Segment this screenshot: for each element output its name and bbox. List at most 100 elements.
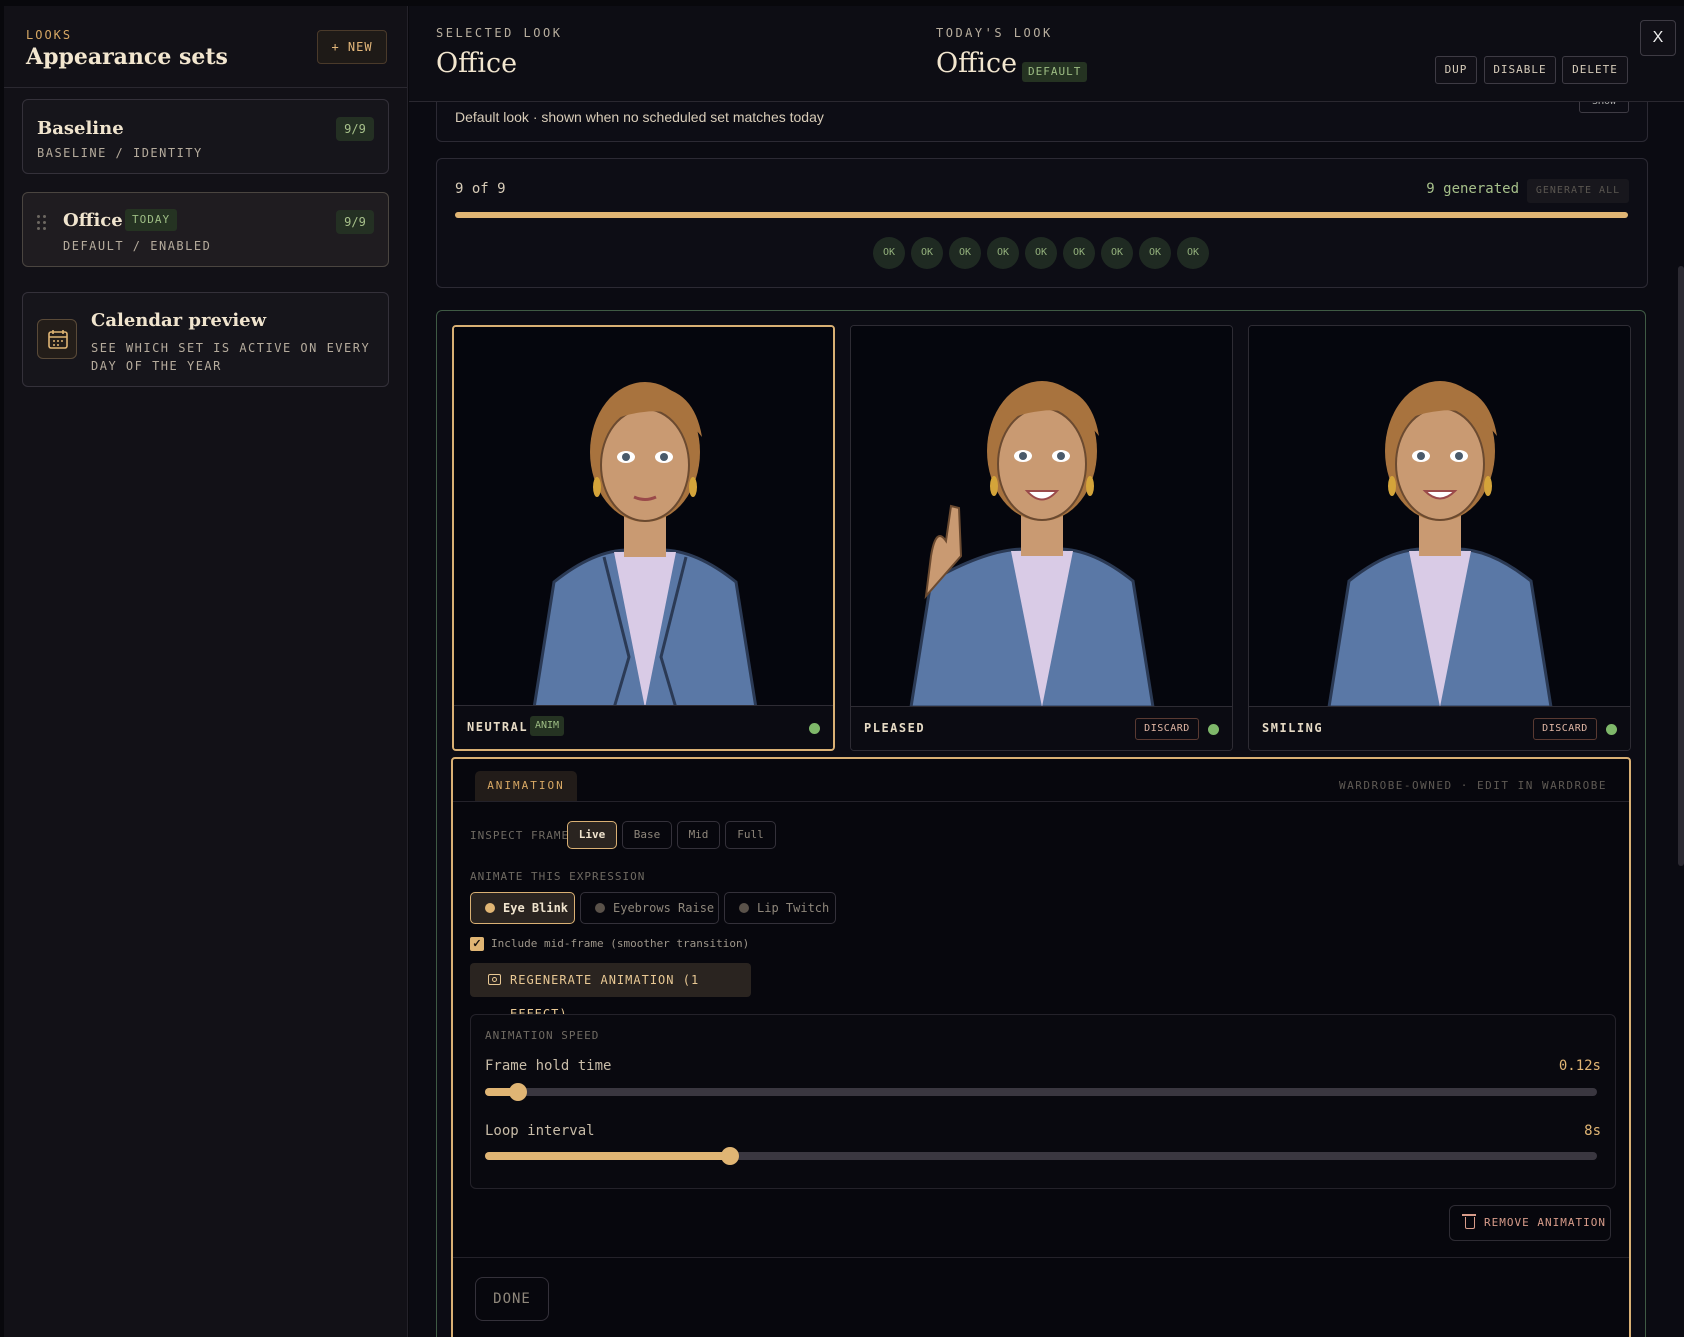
progress-label: 9 of 9: [455, 181, 506, 197]
discard-button[interactable]: DISCARD: [1533, 718, 1597, 740]
tab-animation[interactable]: ANIMATION: [475, 771, 577, 801]
drag-handle-icon[interactable]: [37, 215, 49, 231]
progress-bar-fill: [455, 212, 1628, 218]
midframe-checkbox[interactable]: ✓: [470, 937, 484, 951]
generated-count: 9 generated: [1426, 181, 1519, 197]
avatar-pleased: [851, 326, 1232, 709]
speed-label: ANIMATION SPEED: [485, 1029, 600, 1042]
loop-interval-value: 8s: [1584, 1123, 1601, 1139]
expression-grid: NEUTRAL ANIM PLEASED DISCARD SMILING DIS…: [436, 310, 1646, 1337]
lip-twitch-icon: [739, 903, 749, 913]
loop-interval-slider[interactable]: [485, 1147, 1597, 1165]
main-panel: SELECTED LOOK Office TODAY'S LOOK Office…: [409, 6, 1684, 1337]
remove-animation-button[interactable]: REMOVE ANIMATION: [1449, 1205, 1611, 1241]
slider-handle[interactable]: [720, 1147, 739, 1165]
selected-look-title: Office: [436, 48, 518, 79]
expression-card-neutral[interactable]: NEUTRAL ANIM: [452, 325, 835, 751]
frame-hold-label: Frame hold time: [485, 1058, 612, 1074]
todays-look-title: Office: [936, 48, 1018, 79]
status-dot-icon: [809, 723, 820, 734]
effect-label: Lip Twitch: [757, 901, 830, 915]
sidebar-header: LOOKS Appearance sets + NEW: [4, 6, 407, 88]
status-dot-icon: [1208, 724, 1219, 735]
set-title: Office: [63, 210, 123, 231]
slot-status-badge[interactable]: OK: [873, 237, 905, 269]
disable-button[interactable]: DISABLE: [1484, 56, 1556, 84]
calendar-title: Calendar preview: [91, 310, 267, 331]
frame-mid-button[interactable]: Mid: [677, 821, 720, 849]
frame-live-button[interactable]: Live: [567, 821, 617, 849]
info-text: Default look · shown when no scheduled s…: [455, 109, 824, 125]
trash-icon: [1462, 1214, 1476, 1229]
frame-full-button[interactable]: Full: [725, 821, 776, 849]
slider-fill: [485, 1152, 730, 1160]
new-set-button[interactable]: + NEW: [317, 30, 387, 64]
expression-name: SMILING: [1262, 721, 1324, 735]
today-badge: TODAY: [125, 209, 178, 231]
frame-hold-slider[interactable]: [485, 1083, 1597, 1101]
todays-look-eyebrow: TODAY'S LOOK: [936, 26, 1053, 40]
effect-eyebrows-raise-button[interactable]: Eyebrows Raise: [580, 892, 719, 924]
set-subtitle: DEFAULT / ENABLED: [63, 239, 212, 253]
discard-button[interactable]: DISCARD: [1135, 718, 1199, 740]
tab-divider: [453, 801, 1629, 802]
slot-status-badge[interactable]: OK: [911, 237, 943, 269]
frame-base-button[interactable]: Base: [622, 821, 672, 849]
animation-panel: ANIMATION WARDROBE-OWNED · EDIT IN WARDR…: [451, 757, 1631, 1337]
set-title: Baseline: [37, 118, 124, 139]
duplicate-button[interactable]: DUP: [1435, 56, 1477, 84]
remove-label: REMOVE ANIMATION: [1484, 1216, 1606, 1229]
set-card-baseline[interactable]: Baseline BASELINE / IDENTITY 9/9: [22, 99, 389, 174]
avatar-neutral: [454, 327, 833, 710]
slot-status-row: OK OK OK OK OK OK OK OK OK: [873, 237, 1209, 269]
expression-footer: SMILING DISCARD: [1249, 706, 1630, 750]
calendar-preview-card[interactable]: Calendar preview SEE WHICH SET IS ACTIVE…: [22, 292, 389, 387]
sidebar-eyebrow: LOOKS: [26, 28, 73, 42]
close-button[interactable]: X: [1640, 20, 1676, 56]
expression-name: NEUTRAL: [467, 720, 529, 734]
generation-progress-panel: 9 of 9 9 generated GENERATE ALL OK OK OK OK…: [436, 158, 1648, 288]
status-dot-icon: [1606, 724, 1617, 735]
look-header: SELECTED LOOK Office TODAY'S LOOK Office…: [409, 6, 1684, 102]
done-button[interactable]: DONE: [475, 1277, 549, 1321]
regenerate-animation-button[interactable]: REGENERATE ANIMATION (1 EFFECT): [470, 963, 751, 1021]
midframe-label: Include mid-frame (smoother transition): [491, 937, 750, 950]
slot-status-badge[interactable]: OK: [949, 237, 981, 269]
camera-icon: [488, 974, 501, 985]
set-card-office[interactable]: Office TODAY DEFAULT / ENABLED 9/9: [22, 192, 389, 267]
loop-interval-label: Loop interval: [485, 1123, 595, 1139]
effect-label: Eyebrows Raise: [613, 901, 715, 915]
expression-name: PLEASED: [864, 721, 926, 735]
effect-lip-twitch-button[interactable]: Lip Twitch: [724, 892, 836, 924]
slot-status-badge[interactable]: OK: [1025, 237, 1057, 269]
effect-label: Eye Blink: [503, 901, 569, 915]
avatar-smiling: [1249, 326, 1630, 709]
expression-card-pleased[interactable]: PLEASED DISCARD: [850, 325, 1233, 751]
expression-card-smiling[interactable]: SMILING DISCARD: [1248, 325, 1631, 751]
generate-all-button[interactable]: GENERATE ALL: [1527, 179, 1629, 203]
sidebar-title: Appearance sets: [26, 44, 228, 70]
effect-eye-blink-button[interactable]: Eye Blink: [470, 892, 575, 924]
footer-divider: [453, 1257, 1629, 1258]
set-subtitle: BASELINE / IDENTITY: [37, 146, 203, 160]
progress-bar: [455, 212, 1628, 218]
slot-status-badge[interactable]: OK: [1063, 237, 1095, 269]
set-count-badge: 9/9: [336, 117, 374, 141]
delete-button[interactable]: DELETE: [1562, 56, 1628, 84]
slot-status-badge[interactable]: OK: [987, 237, 1019, 269]
slot-status-badge[interactable]: OK: [1177, 237, 1209, 269]
inspect-frame-label: INSPECT FRAME: [470, 829, 570, 842]
eyebrows-raise-icon: [595, 903, 605, 913]
slot-status-badge[interactable]: OK: [1101, 237, 1133, 269]
selected-look-eyebrow: SELECTED LOOK: [436, 26, 563, 40]
calendar-subtitle: SEE WHICH SET IS ACTIVE ON EVERY DAY OF …: [91, 341, 371, 373]
wardrobe-note: WARDROBE-OWNED · EDIT IN WARDROBE: [1338, 779, 1607, 792]
sidebar: LOOKS Appearance sets + NEW Baseline BAS…: [4, 6, 408, 1337]
slot-status-badge[interactable]: OK: [1139, 237, 1171, 269]
scrollbar[interactable]: [1678, 266, 1684, 866]
default-badge: DEFAULT: [1022, 62, 1088, 82]
slider-handle[interactable]: [509, 1083, 528, 1101]
calendar-icon: [37, 319, 77, 359]
animation-speed-box: ANIMATION SPEED Frame hold time 0.12s Lo…: [470, 1014, 1616, 1189]
anim-badge: ANIM: [530, 716, 565, 736]
